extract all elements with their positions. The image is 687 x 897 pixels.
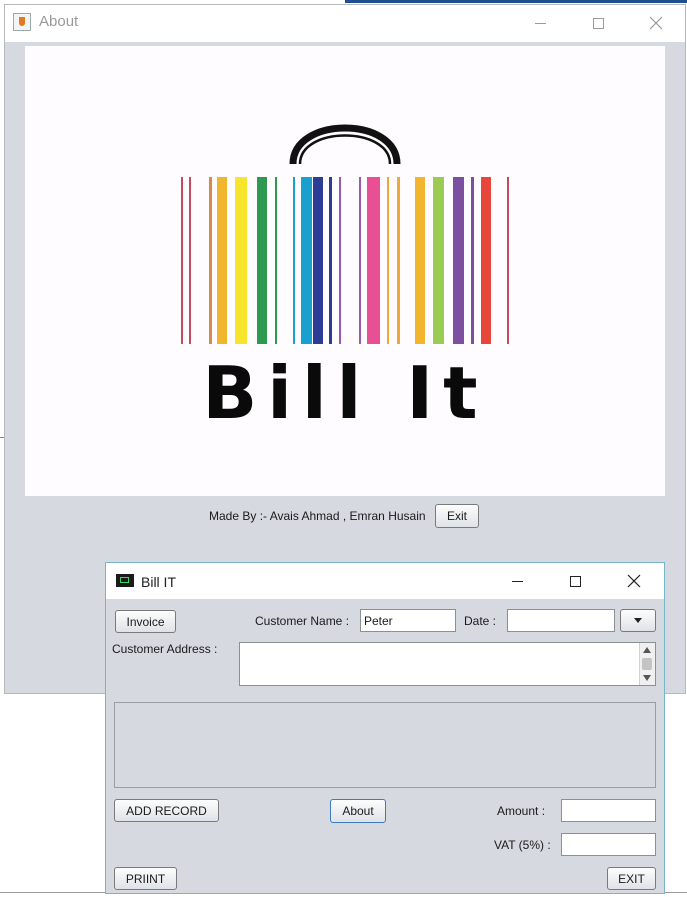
barcode-stripe (507, 177, 509, 344)
chevron-down-icon (634, 618, 642, 623)
background-window-edge (345, 0, 687, 3)
close-icon[interactable] (611, 567, 657, 595)
about-window-title: About (39, 13, 79, 30)
barcode-stripe (387, 177, 389, 344)
bill-it-logo-panel: Bill It (25, 46, 665, 496)
java-cup-icon (13, 13, 31, 31)
scroll-up-icon[interactable] (643, 647, 651, 653)
barcode-stripe (471, 177, 474, 344)
barcode-stripe (217, 177, 227, 344)
barcode-stripe (209, 177, 212, 344)
bill-window-title: Bill IT (141, 574, 176, 590)
date-field[interactable] (507, 609, 615, 632)
amount-field[interactable] (561, 799, 656, 822)
about-button[interactable]: About (330, 799, 386, 823)
bill-it-logo: Bill It (181, 124, 509, 435)
close-icon[interactable] (633, 9, 679, 37)
logo-text: Bill It (202, 351, 487, 435)
amount-label: Amount : (497, 804, 546, 818)
bill-title-bar[interactable]: Bill IT (106, 563, 664, 599)
barcode-stripe (481, 177, 491, 344)
print-button[interactable]: PRIINT (114, 867, 177, 890)
barcode-stripe (433, 177, 444, 344)
terminal-icon (116, 574, 134, 587)
barcode-stripes (181, 177, 509, 344)
barcode-stripe (189, 177, 191, 344)
exit-button[interactable]: EXIT (607, 867, 656, 890)
barcode-stripe (293, 177, 295, 344)
barcode-stripe (301, 177, 312, 344)
date-label: Date : (464, 614, 497, 628)
barcode-stripe (313, 177, 323, 344)
about-title-bar[interactable]: About (5, 5, 685, 42)
vat-field[interactable] (561, 833, 656, 856)
scroll-down-icon[interactable] (643, 675, 651, 681)
maximize-icon[interactable] (552, 567, 598, 595)
customer-address-label: Customer Address : (112, 642, 218, 656)
barcode-stripe (397, 177, 400, 344)
barcode-stripe (367, 177, 380, 344)
about-exit-button[interactable]: Exit (435, 504, 479, 528)
barcode-stripe (235, 177, 247, 344)
barcode-stripe (181, 177, 183, 344)
barcode-stripe (257, 177, 267, 344)
maximize-icon[interactable] (575, 9, 621, 37)
customer-name-field[interactable] (360, 609, 456, 632)
credits-text: Made By :- Avais Ahmad , Emran Husain (209, 509, 426, 523)
add-record-button[interactable]: ADD RECORD (114, 799, 219, 822)
date-picker-button[interactable] (620, 609, 656, 632)
vat-label: VAT (5%) : (494, 838, 551, 852)
scroll-thumb[interactable] (642, 658, 652, 670)
barcode-stripe (453, 177, 464, 344)
invoice-button[interactable]: Invoice (115, 610, 176, 633)
address-scrollbar[interactable] (639, 643, 655, 685)
barcode-stripe (359, 177, 361, 344)
minimize-icon[interactable] (517, 9, 563, 37)
minimize-icon[interactable] (494, 567, 540, 595)
barcode-stripe (329, 177, 332, 344)
barcode-stripe (275, 177, 277, 344)
barcode-stripe (339, 177, 341, 344)
customer-name-label: Customer Name : (255, 614, 350, 628)
bill-it-window: Bill IT Invoice Customer Name : Date : C… (105, 562, 665, 894)
customer-address-field[interactable] (239, 642, 656, 686)
barcode-stripe (415, 177, 425, 344)
records-panel (114, 702, 656, 788)
